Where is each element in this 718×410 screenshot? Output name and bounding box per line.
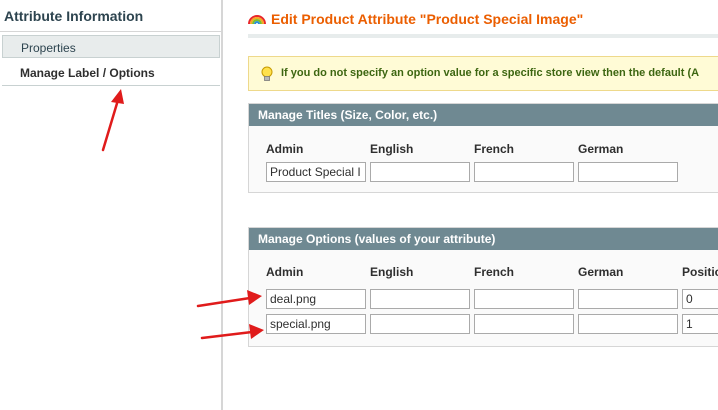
manage-titles-header: Manage Titles (Size, Color, etc.) xyxy=(249,104,718,126)
sidebar-border xyxy=(221,0,223,410)
option-admin-input[interactable] xyxy=(266,289,366,309)
column-header-english: English xyxy=(370,265,414,279)
option-admin-input[interactable] xyxy=(266,314,366,334)
option-position-input[interactable] xyxy=(682,314,718,334)
option-french-input[interactable] xyxy=(474,289,574,309)
title-admin-input[interactable] xyxy=(266,162,366,182)
manage-options-header: Manage Options (values of your attribute… xyxy=(249,228,718,250)
tab-properties-label: Properties xyxy=(21,41,76,55)
column-header-german: German xyxy=(578,142,624,156)
manage-options-section: Manage Options (values of your attribute… xyxy=(248,227,718,347)
column-header-admin: Admin xyxy=(266,265,304,279)
option-german-input[interactable] xyxy=(578,314,678,334)
manage-options-heading: Manage Options (values of your attribute… xyxy=(258,232,496,246)
notice-message: If you do not specify an option value fo… xyxy=(248,56,718,91)
column-header-admin: Admin xyxy=(266,142,304,156)
column-header-english: English xyxy=(370,142,414,156)
arrow-to-tab-icon xyxy=(101,89,124,152)
header-divider xyxy=(248,34,718,38)
lightbulb-icon xyxy=(261,66,273,81)
rainbow-icon xyxy=(248,15,266,25)
column-header-french: French xyxy=(474,142,515,156)
column-header-french: French xyxy=(474,265,515,279)
page-title: Edit Product Attribute "Product Special … xyxy=(271,11,584,27)
title-english-input[interactable] xyxy=(370,162,470,182)
tab-properties[interactable]: Properties xyxy=(2,35,220,58)
notice-text: If you do not specify an option value fo… xyxy=(281,67,700,79)
column-header-german: German xyxy=(578,265,624,279)
column-header-position: Positio xyxy=(682,265,718,279)
manage-titles-heading: Manage Titles (Size, Color, etc.) xyxy=(258,108,438,122)
sidebar-divider-line xyxy=(0,31,222,32)
option-german-input[interactable] xyxy=(578,289,678,309)
option-english-input[interactable] xyxy=(370,289,470,309)
option-position-input[interactable] xyxy=(682,289,718,309)
option-french-input[interactable] xyxy=(474,314,574,334)
manage-titles-section: Manage Titles (Size, Color, etc.) Admin … xyxy=(248,103,718,193)
tab-manage-label-options[interactable]: Manage Label / Options xyxy=(2,60,220,86)
tab-manage-label-options-label: Manage Label / Options xyxy=(20,66,155,80)
option-english-input[interactable] xyxy=(370,314,470,334)
title-german-input[interactable] xyxy=(578,162,678,182)
sidebar-title: Attribute Information xyxy=(4,8,144,24)
title-french-input[interactable] xyxy=(474,162,574,182)
